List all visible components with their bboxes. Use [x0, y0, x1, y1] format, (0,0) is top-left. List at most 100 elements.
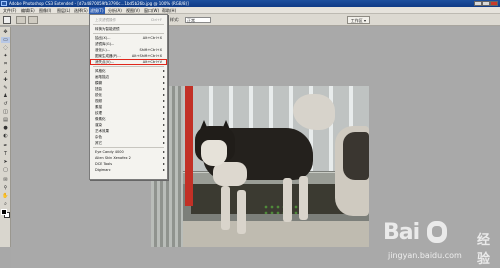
- menu-separator: [93, 24, 164, 25]
- menu-item-last-filter[interactable]: 上次滤镜操作 Ctrl+F: [90, 17, 167, 23]
- photo-floor: [151, 221, 369, 247]
- path-select-icon[interactable]: ➤: [1, 159, 10, 165]
- move-tool-icon[interactable]: ✥: [1, 29, 10, 35]
- photo-red-post: [185, 86, 193, 206]
- menu-bar: 文件(F) 编辑(E) 图像(I) 图层(L) 选择(S) 滤镜(T) 分析(A…: [0, 7, 500, 14]
- menu-edit[interactable]: 编辑(E): [20, 7, 36, 14]
- menu-separator: [93, 33, 164, 34]
- gradient-tool-icon[interactable]: ▤: [1, 117, 10, 123]
- title-bar: Adobe Photoshop CS3 Extended - [d7a48700…: [0, 0, 500, 7]
- menu-item-label: 液化(L)...: [95, 48, 111, 52]
- menu-view[interactable]: 视图(V): [125, 7, 141, 14]
- watermark-url: jingyan.baidu.com: [388, 251, 462, 260]
- menu-filter[interactable]: 滤镜(T): [89, 7, 105, 14]
- zoom-tool-icon[interactable]: ⌕: [1, 201, 10, 207]
- menu-window[interactable]: 窗口(W): [143, 7, 160, 14]
- brush-tool-icon[interactable]: ✎: [1, 85, 10, 91]
- eraser-tool-icon[interactable]: ◫: [1, 109, 10, 115]
- menu-item-label: 风格化: [95, 69, 106, 73]
- baidu-jingyan-watermark: Bai 经验 jingyan.baidu.com: [383, 218, 495, 267]
- notes-tool-icon[interactable]: ✉: [1, 177, 10, 183]
- menu-item-label: 上次滤镜操作: [95, 18, 116, 22]
- hand-tool-icon[interactable]: ✋: [1, 193, 10, 199]
- menu-separator: [93, 66, 164, 67]
- menu-item-label: DCE Tools: [95, 162, 113, 166]
- options-bar: 样式: 正常 工作区 ▾: [0, 14, 500, 26]
- menu-item-other[interactable]: 其它 ▸: [90, 140, 167, 146]
- menu-select[interactable]: 选择(S): [73, 7, 89, 14]
- menu-item-label: Digimarc: [95, 168, 111, 172]
- pen-tool-icon[interactable]: ✒: [1, 143, 10, 149]
- second-dog-coat: [343, 132, 369, 180]
- menu-file[interactable]: 文件(F): [2, 7, 17, 14]
- history-brush-icon[interactable]: ↺: [1, 101, 10, 107]
- dog-leg: [299, 176, 308, 220]
- menu-item-shortcut: Ctrl+F: [150, 18, 162, 22]
- menu-item-label: 像素化: [95, 117, 106, 121]
- add-selection-button[interactable]: [28, 16, 38, 24]
- menu-item-label: 消失点(V)...: [95, 60, 114, 64]
- menu-separator: [93, 147, 164, 148]
- dog-tail: [293, 94, 335, 130]
- menu-item-digimarc[interactable]: Digimarc ▸: [90, 167, 167, 173]
- magic-wand-icon[interactable]: ✦: [1, 53, 10, 59]
- menu-item-label: Eye Candy 4000: [95, 150, 124, 154]
- shape-tool-icon[interactable]: ▢: [1, 167, 10, 173]
- watermark-brand: Bai: [383, 220, 420, 245]
- menu-item-label: 图案生成器(P)...: [95, 54, 121, 58]
- menu-item-label: 渲染: [95, 123, 102, 127]
- dog-face: [201, 140, 227, 166]
- maximize-button[interactable]: [482, 1, 490, 6]
- marquee-tool-icon[interactable]: [3, 16, 11, 24]
- watermark-brand-suffix: 经验: [477, 233, 491, 267]
- menu-item-label: 转换为智能滤镜: [95, 27, 120, 31]
- menu-item-label: 抽出(X)...: [95, 36, 111, 40]
- menu-analysis[interactable]: 分析(A): [107, 7, 123, 14]
- photoshop-logo-icon: [1, 1, 7, 6]
- menu-item-label: 素描: [95, 105, 102, 109]
- menu-item-label: 其它: [95, 141, 102, 145]
- workspace-button[interactable]: 工作区 ▾: [346, 16, 370, 24]
- menu-item-label: 扭曲: [95, 87, 102, 91]
- slice-tool-icon[interactable]: ⊿: [1, 69, 10, 75]
- close-button[interactable]: [490, 1, 498, 6]
- marquee-tool-icon[interactable]: ▭: [1, 37, 10, 43]
- blur-tool-icon[interactable]: ●: [1, 125, 10, 131]
- crop-tool-icon[interactable]: ⌗: [1, 61, 10, 67]
- dodge-tool-icon[interactable]: ◐: [1, 133, 10, 139]
- menu-item-label: 杂色: [95, 135, 102, 139]
- minimize-button[interactable]: [474, 1, 482, 6]
- menu-item-label: 纹理: [95, 111, 102, 115]
- document-image[interactable]: [151, 86, 369, 247]
- dog-leg: [221, 186, 230, 230]
- menu-item-label: 视频: [95, 99, 102, 103]
- eyedropper-tool-icon[interactable]: ⚲: [1, 185, 10, 191]
- photoshop-window: Adobe Photoshop CS3 Extended - [d7a48700…: [0, 0, 500, 268]
- menu-item-convert-smart-filter[interactable]: 转换为智能滤镜: [90, 26, 167, 32]
- menu-image[interactable]: 图像(I): [38, 7, 52, 14]
- style-label: 样式:: [170, 17, 180, 22]
- foreground-color-swatch[interactable]: [1, 209, 7, 215]
- healing-brush-icon[interactable]: ✚: [1, 77, 10, 83]
- type-tool-icon[interactable]: T: [1, 151, 10, 157]
- window-title: Adobe Photoshop CS3 Extended - [d7a48700…: [9, 1, 189, 6]
- menu-item-label: 画笔描边: [95, 75, 109, 79]
- menu-item-label: 艺术效果: [95, 129, 109, 133]
- menu-item-shortcut: Alt+Ctrl+V: [142, 60, 162, 64]
- menu-item-vanishing-point[interactable]: 消失点(V)... Alt+Ctrl+V: [90, 59, 167, 65]
- menu-item-label: 模糊: [95, 81, 102, 85]
- stamp-tool-icon[interactable]: ♟: [1, 93, 10, 99]
- menu-item-label: 锐化: [95, 93, 102, 97]
- filter-menu: 上次滤镜操作 Ctrl+F 转换为智能滤镜 抽出(X)... Alt+Ctrl+…: [89, 14, 168, 180]
- new-selection-button[interactable]: [16, 16, 26, 24]
- menu-layer[interactable]: 图层(L): [56, 7, 71, 14]
- submenu-arrow-icon: ▸: [162, 167, 165, 172]
- menu-help[interactable]: 帮助(H): [161, 7, 177, 14]
- dog-leg: [237, 190, 246, 234]
- baidu-paw-inner: [432, 226, 442, 237]
- menu-item-label: Alien Skin Xenofex 2: [95, 156, 131, 160]
- style-select[interactable]: 正常: [185, 17, 211, 23]
- menu-item-label: 滤镜库(G)...: [95, 42, 115, 46]
- submenu-arrow-icon: ▸: [162, 140, 165, 145]
- lasso-tool-icon[interactable]: ◌: [1, 45, 10, 51]
